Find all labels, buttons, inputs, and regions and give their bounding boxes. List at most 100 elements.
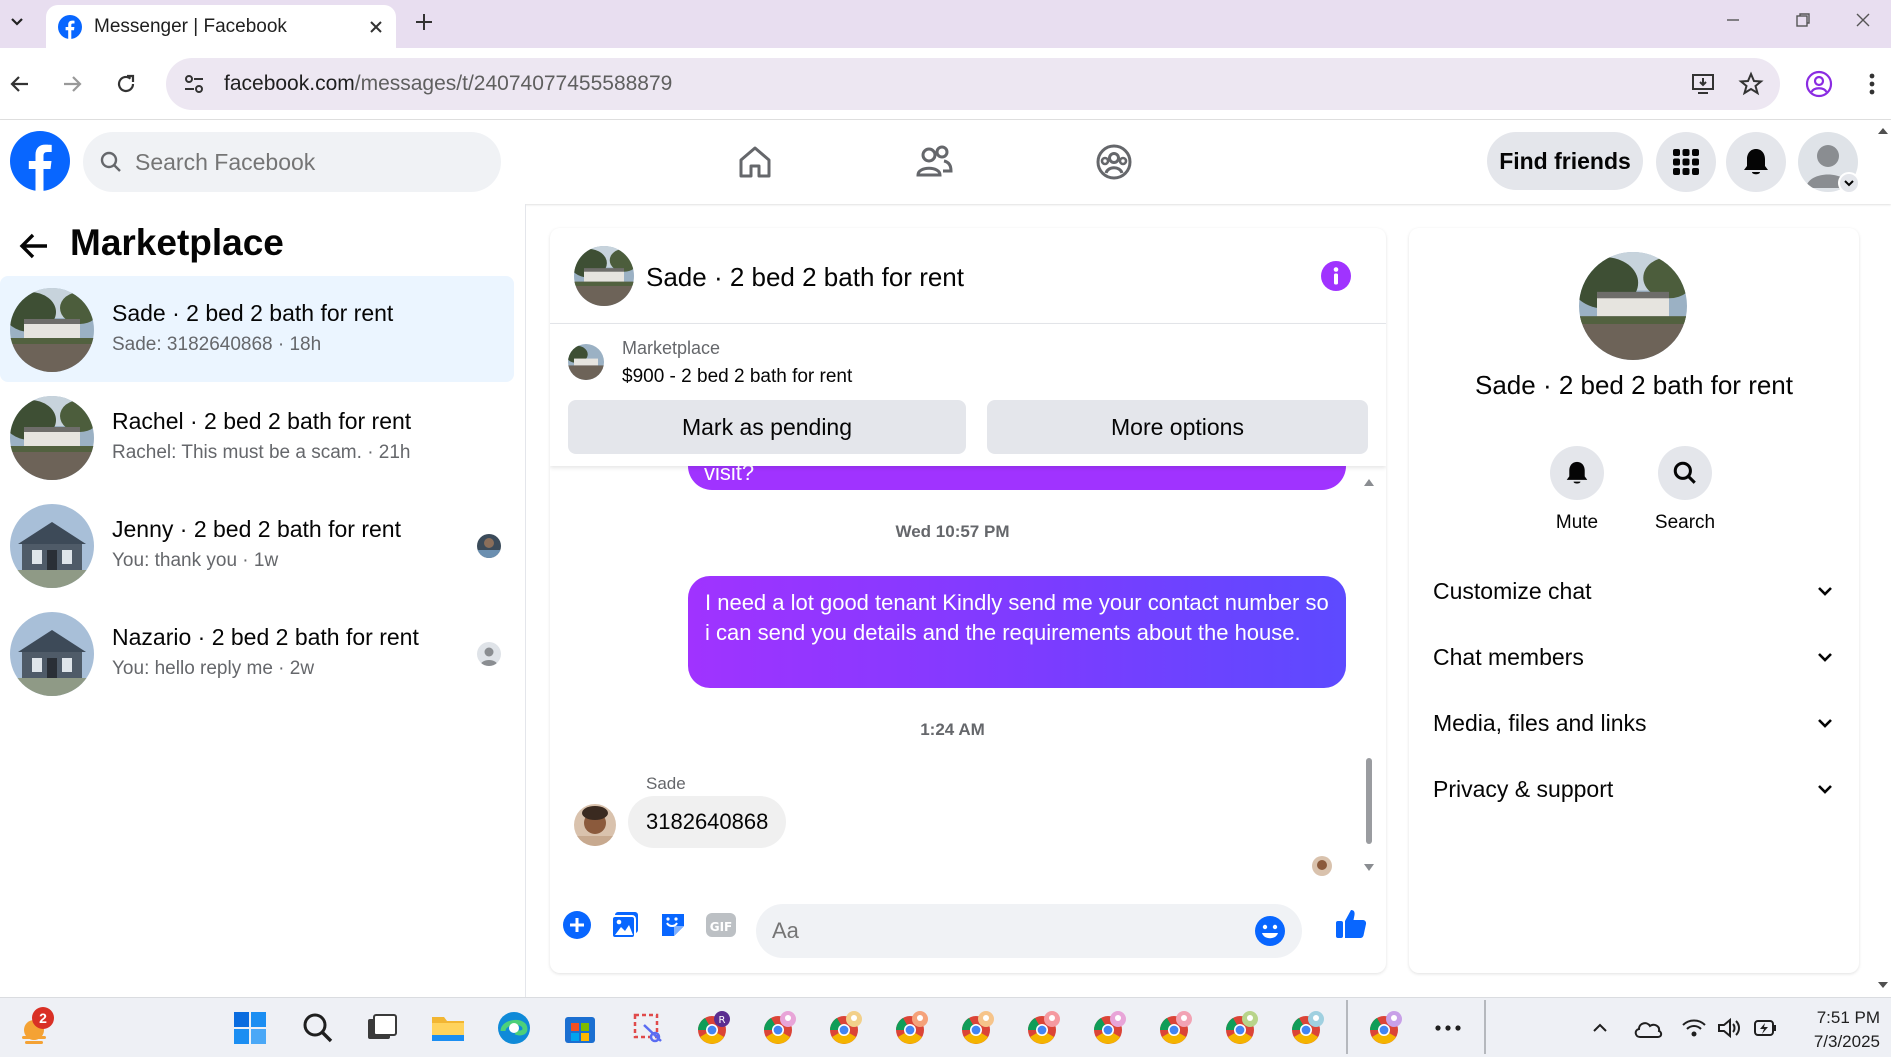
listing-source-label: Marketplace [622,338,721,358]
taskbar-clock-time[interactable]: 7:51 PM [1790,1008,1880,1028]
conversation-item-sade[interactable]: Sade · 2 bed 2 bath for rent Sade: 31826… [0,276,514,382]
tab-title: Messenger | Facebook [94,15,287,37]
chrome-profile-icon[interactable] [1154,1006,1198,1050]
chat-title[interactable]: Sade · 2 bed 2 bath for rent [646,262,964,293]
mute-button[interactable]: Mute [1537,446,1617,546]
find-friends-button[interactable]: Find friends [1487,132,1643,190]
chrome-profile-icon[interactable]: R [692,1006,736,1050]
message-scrollbar[interactable] [1362,466,1376,886]
sender-avatar[interactable] [574,804,616,846]
message-input-box[interactable] [756,904,1302,958]
chrome-profile-icon[interactable] [956,1006,1000,1050]
chrome-profile-icon[interactable] [1088,1006,1132,1050]
seen-receipt-avatar [1312,856,1332,876]
privacy-support-section[interactable]: Privacy & support [1421,759,1847,819]
taskbar-search-icon[interactable] [296,1006,340,1050]
friends-nav-icon[interactable] [912,140,956,184]
message-composer: GIF [550,888,1386,973]
incoming-message-bubble[interactable]: 3182640868 [628,796,787,848]
plus-circle-icon[interactable] [560,908,594,942]
gif-icon[interactable]: GIF [704,908,738,942]
groups-nav-icon[interactable] [1092,140,1136,184]
minimize-icon[interactable] [1698,0,1768,40]
conversation-preview: Rachel: This must be a scam. · 21h [112,442,411,463]
chat-avatar[interactable] [574,246,634,306]
message-timestamp: Wed 10:57 PM [895,522,1010,541]
info-icon[interactable] [1320,260,1352,292]
chrome-profile-icon[interactable] [1220,1006,1264,1050]
page-scroll-down-icon[interactable] [1876,978,1890,992]
chat-panel: Sade · 2 bed 2 bath for rent visit? Wed … [550,228,1386,973]
new-tab-plus-icon[interactable] [408,6,440,38]
listing-thumbnail[interactable] [568,344,604,380]
browser-menu-icon[interactable] [1852,64,1891,104]
outgoing-message-bubble[interactable]: I need a lot good tenant Kindly send me … [688,576,1346,688]
file-explorer-icon[interactable] [426,1006,470,1050]
page-scroll-up-icon[interactable] [1876,124,1890,138]
facebook-logo-icon[interactable] [10,131,70,191]
taskbar-divider [1484,1000,1486,1054]
mark-as-pending-button[interactable]: Mark as pending [568,400,966,454]
conversation-item-jenny[interactable]: Jenny · 2 bed 2 bath for rent You: thank… [0,492,514,598]
search-in-conversation-button[interactable]: Search [1645,446,1725,546]
address-bar[interactable]: facebook.com/messages/t/2407407745558887… [166,58,1780,110]
section-label: Privacy & support [1433,775,1614,802]
install-app-icon[interactable] [1690,71,1716,97]
sender-name: Sade [646,774,686,793]
profile-icon[interactable] [1799,64,1839,104]
home-nav-icon[interactable] [733,140,777,184]
media-files-links-section[interactable]: Media, files and links [1421,693,1847,753]
microsoft-store-icon[interactable] [558,1006,602,1050]
show-hidden-icons-chevron-up-icon[interactable] [1578,1006,1622,1050]
chrome-active-window-icon[interactable] [1364,1006,1408,1050]
forward-arrow-icon[interactable] [52,64,92,104]
message-input[interactable] [772,918,1254,944]
more-overflow-icon[interactable] [1426,1006,1470,1050]
photo-gallery-icon[interactable] [608,908,642,942]
site-settings-icon[interactable] [182,72,206,96]
emoji-icon[interactable] [1254,915,1286,947]
chrome-profile-icon[interactable] [824,1006,868,1050]
restore-icon[interactable] [1768,0,1838,40]
battery-charging-icon[interactable] [1744,1006,1788,1050]
taskbar-clock-date[interactable]: 7/3/2025 [1790,1032,1880,1052]
edge-browser-icon[interactable] [492,1006,536,1050]
details-avatar[interactable] [1579,252,1687,360]
bookmark-star-icon[interactable] [1738,71,1764,97]
message-text: visit? [704,466,755,485]
chrome-profile-icon[interactable] [758,1006,802,1050]
outgoing-message-bubble[interactable]: visit? [688,466,1346,490]
menu-grid-icon[interactable] [1656,132,1716,192]
listing-price-title[interactable]: $900 - 2 bed 2 bath for rent [622,366,852,388]
close-window-icon[interactable] [1838,0,1888,40]
snipping-tool-icon[interactable] [626,1006,670,1050]
chrome-profile-icon[interactable] [1022,1006,1066,1050]
task-view-icon[interactable] [360,1006,404,1050]
more-options-button[interactable]: More options [987,400,1368,454]
conversation-preview: You: thank you · 1w [112,550,279,571]
url-text[interactable]: facebook.com/messages/t/2407407745558887… [224,72,1690,96]
thumbs-up-like-icon[interactable] [1332,905,1370,943]
chat-members-section[interactable]: Chat members [1421,627,1847,687]
sticker-icon[interactable] [656,908,690,942]
chrome-profile-icon[interactable] [890,1006,934,1050]
browser-tab-messenger[interactable]: Messenger | Facebook [46,5,396,48]
conversation-item-nazario[interactable]: Nazario · 2 bed 2 bath for rent You: hel… [0,600,514,706]
customize-chat-section[interactable]: Customize chat [1421,561,1847,621]
windows-start-icon[interactable] [228,1006,272,1050]
conversation-name: Rachel · 2 bed 2 bath for rent [112,408,412,434]
tab-close-icon[interactable] [368,19,384,35]
reload-icon[interactable] [106,64,146,104]
conversation-item-rachel[interactable]: Rachel · 2 bed 2 bath for rent Rachel: T… [0,384,514,490]
chevron-down-icon [1815,581,1835,601]
back-arrow-icon[interactable] [0,64,40,104]
chevron-down-icon [1815,713,1835,733]
onedrive-cloud-icon[interactable] [1626,1006,1670,1050]
chrome-profile-icon[interactable] [1286,1006,1330,1050]
notifications-bell-icon[interactable] [1726,132,1786,192]
account-chevron-down-icon[interactable] [1838,172,1860,194]
back-arrow-icon[interactable] [16,228,52,264]
facebook-search-bar[interactable] [83,132,501,192]
tab-list-chevron-icon[interactable] [4,8,30,34]
search-input[interactable] [135,148,475,176]
